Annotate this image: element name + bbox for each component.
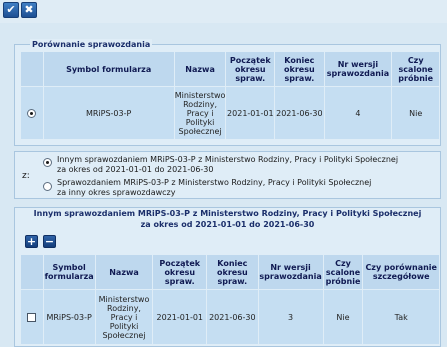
cell-start: 2021-01-01 [153, 290, 207, 344]
comparison-table: Symbol formularza Nazwa Początek okresu … [20, 51, 440, 140]
header-end: Koniec okresu spraw. [275, 52, 324, 86]
row-select-cell[interactable] [21, 87, 43, 139]
option-same-period-radio[interactable] [43, 158, 52, 167]
cell-name: Ministerstwo Rodziny, Pracy i Polityki S… [174, 87, 226, 139]
option-other-period-radio[interactable] [43, 182, 52, 191]
table-row[interactable]: MRiPS-03-P Ministerstwo Rodziny, Pracy i… [21, 290, 439, 344]
header-check-column [21, 255, 43, 289]
header-detailed: Czy porównanie szczegółowe [363, 255, 439, 289]
header-merged: Czy scalone próbnie [323, 255, 363, 289]
table-row[interactable]: MRiPS-03-P Ministerstwo Rodziny, Pracy i… [21, 87, 439, 139]
header-select-column [21, 52, 43, 86]
option-other-period-sublabel: za inny okres sprawozdawczy [57, 188, 176, 197]
cell-end: 2021-06-30 [275, 87, 324, 139]
header-start: Początek okresu spraw. [226, 52, 275, 86]
cell-end: 2021-06-30 [207, 290, 258, 344]
cell-start: 2021-01-01 [226, 87, 275, 139]
cell-name: Ministerstwo Rodziny, Pracy i Polityki S… [95, 290, 153, 344]
add-row-button[interactable]: + [25, 235, 38, 248]
check-icon: ✔ [6, 3, 16, 16]
header-merged: Czy scalone próbnie [392, 52, 439, 86]
cell-merged: Nie [323, 290, 363, 344]
row-checkbox[interactable] [27, 312, 37, 322]
header-version: Nr wersji sprawozdania [258, 255, 323, 289]
cell-symbol: MRiPS-03-P [43, 87, 174, 139]
comparison-section-title: Porównanie sprawozdania [30, 39, 153, 50]
header-name: Nazwa [95, 255, 153, 289]
comparison-header-row: Symbol formularza Nazwa Początek okresu … [21, 52, 439, 86]
header-end: Koniec okresu spraw. [207, 255, 258, 289]
other-report-title-line2: za okres od 2021-01-01 do 2021-06-30 [140, 220, 315, 229]
plus-icon: + [26, 235, 37, 248]
close-icon: ✖ [24, 3, 34, 16]
minus-icon: − [44, 235, 55, 248]
close-button[interactable]: ✖ [21, 2, 37, 18]
other-report-title: Innym sprawozdaniem MRiPS-03-P z Ministe… [14, 208, 441, 230]
other-report-table: Symbol formularza Nazwa Początek okresu … [20, 254, 440, 345]
header-version: Nr wersji sprawozdania [324, 52, 392, 86]
other-report-title-line1: Innym sprawozdaniem MRiPS-03-P z Ministe… [33, 209, 422, 218]
cell-detailed: Tak [363, 290, 439, 344]
cell-version: 3 [258, 290, 323, 344]
header-symbol: Symbol formularza [43, 255, 95, 289]
cell-symbol: MRiPS-03-P [43, 290, 95, 344]
header-start: Początek okresu spraw. [153, 255, 207, 289]
toolbar: ✔ ✖ [0, 0, 447, 23]
option-same-period-label[interactable]: Innym sprawozdaniem MRiPS-03-P z Ministe… [57, 155, 398, 165]
option-other-period-label[interactable]: Sprawozdaniem MRiPS-03-P z Ministerstwo … [57, 178, 371, 188]
row-check-cell[interactable] [21, 290, 43, 344]
header-symbol: Symbol formularza [43, 52, 174, 86]
row-radio[interactable] [27, 108, 37, 118]
compare-with-label: z: [22, 171, 30, 181]
cell-merged: Nie [392, 87, 439, 139]
remove-row-button[interactable]: − [43, 235, 56, 248]
option-same-period-sublabel: za okres od 2021-01-01 do 2021-06-30 [57, 165, 214, 174]
header-name: Nazwa [174, 52, 226, 86]
cell-version: 4 [324, 87, 392, 139]
confirm-button[interactable]: ✔ [3, 2, 19, 18]
other-header-row: Symbol formularza Nazwa Początek okresu … [21, 255, 439, 289]
